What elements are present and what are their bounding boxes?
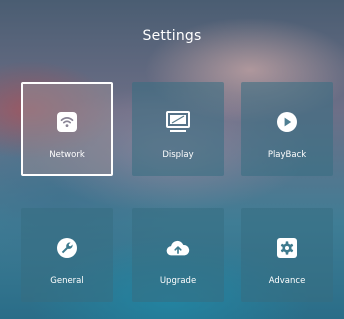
monitor-icon <box>166 110 190 134</box>
settings-screen: Settings Network Display PlayBack Genera… <box>0 0 344 319</box>
gear-icon <box>275 236 299 260</box>
tile-label: Upgrade <box>159 276 197 286</box>
tile-playback[interactable]: PlayBack <box>241 82 333 176</box>
play-icon <box>275 110 299 134</box>
page-title: Settings <box>142 28 202 44</box>
cloud-upload-icon <box>166 236 190 260</box>
tile-label: Display <box>162 150 194 160</box>
tile-upgrade[interactable]: Upgrade <box>132 208 224 302</box>
tile-advance[interactable]: Advance <box>241 208 333 302</box>
tile-label: Network <box>49 150 85 160</box>
tile-label: PlayBack <box>267 150 307 160</box>
wrench-icon <box>55 236 79 260</box>
wifi-icon <box>55 110 79 134</box>
tile-general[interactable]: General <box>21 208 113 302</box>
tile-network[interactable]: Network <box>21 82 113 176</box>
tile-display[interactable]: Display <box>132 82 224 176</box>
tile-label: Advance <box>268 276 306 286</box>
tile-label: General <box>50 276 84 286</box>
